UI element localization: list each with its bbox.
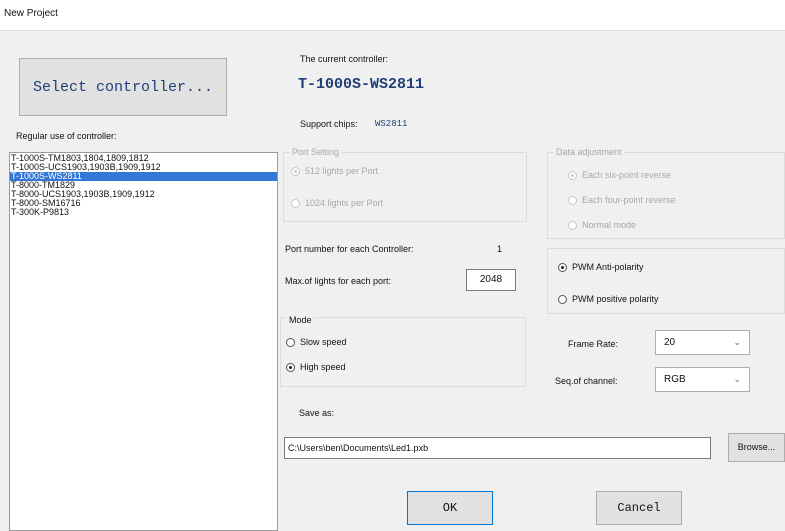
channel-value: RGB <box>664 374 686 385</box>
normal-mode-option[interactable]: Normal mode <box>568 220 637 231</box>
six-point-label: Each six-point reverse <box>582 170 672 180</box>
pwm-positive-label: PWM positive polarity <box>572 294 659 304</box>
data-adjustment-group: Data adjustment Each six-point reverse E… <box>547 147 785 239</box>
port-512-label: 512 lights per Port <box>305 166 379 176</box>
port-512-option[interactable]: 512 lights per Port <box>291 166 379 177</box>
data-adjustment-title: Data adjustment <box>554 147 624 157</box>
port-number-label: Port number for each Controller: <box>285 244 414 254</box>
channel-label: Seq.of channel: <box>555 376 618 386</box>
pwm-anti-label: PWM Anti-polarity <box>572 262 644 272</box>
radio-icon <box>568 196 577 206</box>
radio-icon <box>291 199 300 209</box>
six-point-reverse-option[interactable]: Each six-point reverse <box>568 170 672 181</box>
port-number-value: 1 <box>497 244 503 254</box>
slow-speed-option[interactable]: Slow speed <box>286 337 347 348</box>
chevron-down-icon: ⌄ <box>733 374 741 384</box>
max-lights-label: Max.of lights for each port: <box>285 276 392 286</box>
slow-speed-label: Slow speed <box>300 337 347 347</box>
browse-button[interactable]: Browse... <box>728 433 785 462</box>
channel-select[interactable]: RGB ⌄ <box>655 367 750 392</box>
port-1024-label: 1024 lights per Port <box>305 198 384 208</box>
save-as-label: Save as: <box>299 408 335 418</box>
polarity-group: PWM Anti-polarity PWM positive polarity <box>547 248 785 314</box>
support-chips-label: Support chips: <box>300 119 358 129</box>
title-bar: New Project <box>0 0 785 31</box>
radio-icon <box>558 295 567 305</box>
port-setting-title: Port Setting <box>290 147 342 157</box>
mode-group: Mode Slow speed High speed <box>280 315 526 387</box>
cancel-button[interactable]: Cancel <box>596 491 682 525</box>
high-speed-label: High speed <box>300 362 346 372</box>
radio-selected-icon <box>286 363 295 373</box>
radio-selected-icon <box>291 167 300 177</box>
current-controller-label: The current controller: <box>300 54 389 64</box>
frame-rate-select[interactable]: 20 ⌄ <box>655 330 750 355</box>
port-1024-option[interactable]: 1024 lights per Port <box>291 198 384 209</box>
current-controller-value: T-1000S-WS2811 <box>298 76 425 93</box>
radio-selected-icon <box>568 171 577 181</box>
ok-button[interactable]: OK <box>407 491 493 525</box>
chevron-down-icon: ⌄ <box>733 337 741 347</box>
high-speed-option[interactable]: High speed <box>286 362 346 373</box>
select-controller-button[interactable]: Select controller... <box>19 58 227 116</box>
controller-list-label: Regular use of controller: <box>16 131 117 141</box>
support-chips-value: WS2811 <box>375 119 408 129</box>
pwm-positive-polarity-option[interactable]: PWM positive polarity <box>558 294 659 305</box>
port-setting-group: Port Setting 512 lights per Port 1024 li… <box>283 147 527 222</box>
four-point-label: Each four-point reverse <box>582 195 676 205</box>
controller-list[interactable]: T-1000S-TM1803,1804,1809,1812 T-1000S-UC… <box>9 152 278 531</box>
radio-icon <box>568 221 577 231</box>
max-lights-field[interactable]: 2048 <box>466 269 516 291</box>
radio-icon <box>286 338 295 348</box>
window-title: New Project <box>4 8 58 19</box>
save-path-field[interactable]: C:\Users\ben\Documents\Led1.pxb <box>284 437 711 459</box>
four-point-reverse-option[interactable]: Each four-point reverse <box>568 195 676 206</box>
pwm-anti-polarity-option[interactable]: PWM Anti-polarity <box>558 262 644 273</box>
radio-selected-icon <box>558 263 567 273</box>
mode-title: Mode <box>287 315 314 325</box>
frame-rate-label: Frame Rate: <box>568 339 619 349</box>
normal-mode-label: Normal mode <box>582 220 637 230</box>
list-item[interactable]: T-300K-P9813 <box>10 208 277 217</box>
frame-rate-value: 20 <box>664 337 676 348</box>
